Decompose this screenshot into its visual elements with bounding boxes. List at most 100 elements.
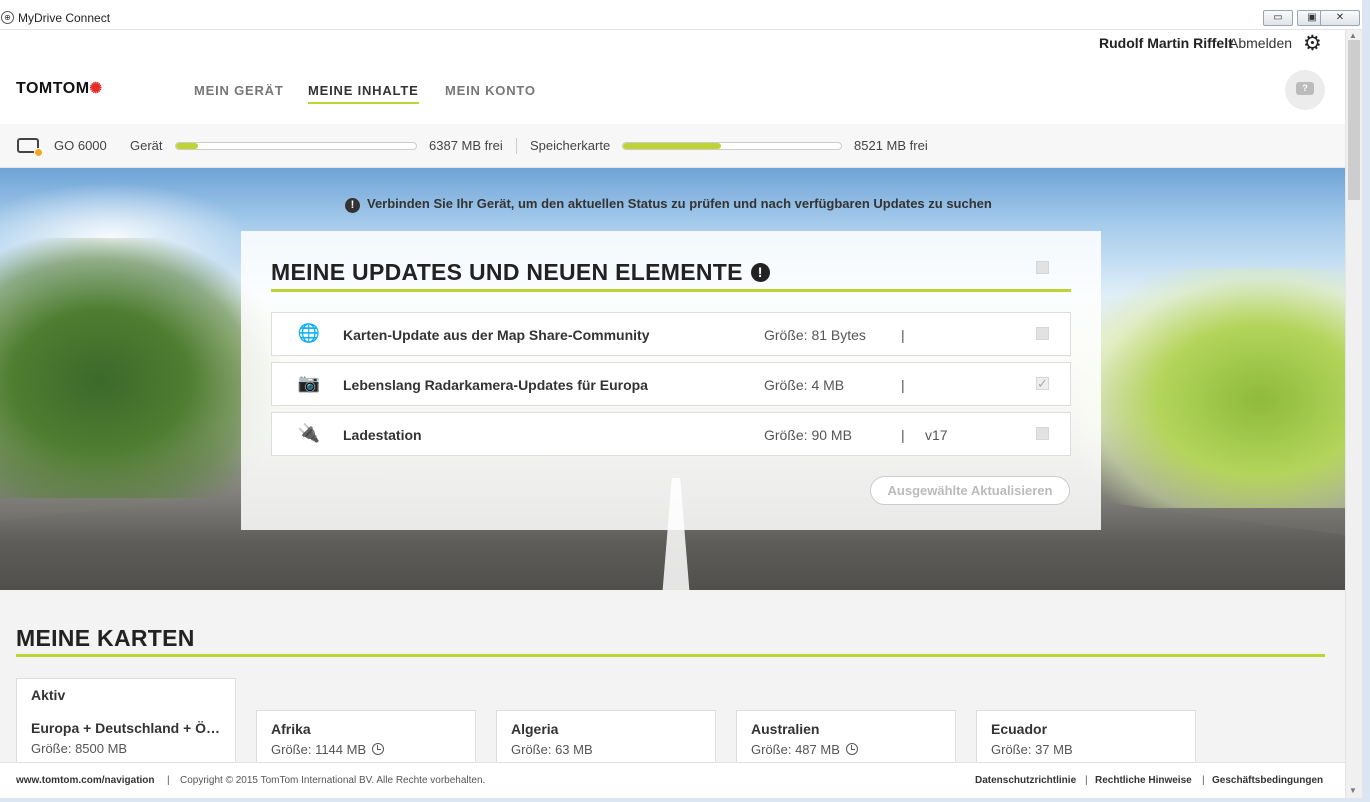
scroll-down-icon[interactable]: ▼: [1349, 786, 1357, 795]
update-selected-button[interactable]: Ausgewählte Aktualisieren: [870, 476, 1070, 505]
minimize-button[interactable]: ▭: [1263, 10, 1293, 26]
map-name: Australien: [751, 721, 820, 737]
card-storage-bar: [622, 142, 842, 150]
logout-link[interactable]: Abmelden: [1229, 35, 1292, 51]
logo-text: TOMTOM: [16, 80, 90, 97]
update-name: Ladestation: [343, 427, 422, 443]
speed-camera-icon: 📷: [297, 373, 321, 393]
map-size-text: Größe: 487 MB: [751, 742, 840, 757]
clock-icon: [845, 743, 858, 755]
updates-title: MEINE UPDATES UND NEUEN ELEMENTE!: [271, 259, 770, 286]
update-checkbox[interactable]: [1036, 327, 1049, 340]
map-size-text: Größe: 37 MB: [991, 742, 1073, 757]
page-footer: www.tomtom.com/navigation | Copyright © …: [0, 762, 1345, 798]
map-name: Ecuador: [991, 721, 1048, 737]
window-frame: [1362, 0, 1370, 802]
device-storage-label: Gerät: [130, 138, 163, 153]
tomtom-logo[interactable]: TOMTOM✺: [16, 79, 103, 98]
meadow-decoration: [1080, 268, 1345, 508]
map-size-text: Größe: 8500 MB: [31, 741, 128, 756]
terms-link[interactable]: Geschäftsbedingungen: [1212, 775, 1323, 786]
update-row[interactable]: 📷 Lebenslang Radarkamera-Updates für Eur…: [271, 362, 1071, 406]
nav-meine-inhalte[interactable]: MEINE INHALTE: [308, 83, 419, 104]
update-row[interactable]: 🔌 Ladestation Größe: 90 MB | v17: [271, 412, 1071, 456]
select-all-checkbox[interactable]: [1036, 261, 1049, 274]
device-storage-free: 6387 MB frei: [429, 138, 503, 153]
trees-decoration: [0, 238, 280, 498]
update-size: Größe: 4 MB: [764, 377, 845, 393]
window-frame: [0, 798, 1370, 802]
map-size: Größe: 487 MB: [751, 742, 941, 757]
tab-aktiv[interactable]: Aktiv: [16, 678, 236, 711]
map-card[interactable]: Australien Größe: 487 MB: [736, 710, 956, 770]
maps-title: MEINE KARTEN: [16, 625, 195, 651]
title-underline: [271, 289, 1071, 292]
update-size: Größe: 81 Bytes: [764, 327, 866, 343]
map-card[interactable]: Algeria Größe: 63 MB: [496, 710, 716, 770]
nav-mein-geraet[interactable]: MEIN GERÄT: [194, 83, 284, 98]
map-name: Afrika: [271, 721, 311, 737]
nav-mein-konto[interactable]: MEIN KONTO: [445, 83, 536, 98]
map-size: Größe: 1144 MB: [271, 742, 461, 757]
map-size: Größe: 63 MB: [511, 742, 701, 757]
update-divider: |: [901, 327, 905, 343]
tomtom-link[interactable]: www.tomtom.com/navigation: [16, 775, 155, 786]
legal-link[interactable]: Rechtliche Hinweise: [1095, 775, 1192, 786]
card-storage-label: Speicherkarte: [530, 138, 611, 153]
warning-icon: !: [345, 198, 360, 213]
connect-message-text: Verbinden Sie Ihr Gerät, um den aktuelle…: [367, 196, 992, 211]
vertical-scrollbar[interactable]: ▲ ▼: [1345, 30, 1362, 802]
map-card[interactable]: Europa + Deutschland + Ö… Größe: 8500 MB: [16, 710, 236, 770]
app-header: Rudolf Martin Riffelt Abmelden ⚙ TOMTOM✺…: [0, 30, 1345, 124]
update-checkbox[interactable]: ✓: [1036, 377, 1049, 390]
map-size-text: Größe: 1144 MB: [271, 742, 367, 757]
connect-message: ! Verbinden Sie Ihr Gerät, um den aktuell…: [345, 196, 992, 213]
scroll-up-icon[interactable]: ▲: [1349, 31, 1357, 40]
device-storage-fill: [176, 143, 198, 149]
clock-icon: [372, 743, 385, 755]
footer-divider: |: [1202, 775, 1205, 786]
map-card[interactable]: Ecuador Größe: 37 MB: [976, 710, 1196, 770]
update-size: Größe: 90 MB: [764, 427, 852, 443]
update-version: v17: [925, 427, 948, 443]
warning-icon: !: [750, 263, 770, 282]
map-name: Europa + Deutschland + Ö…: [31, 720, 221, 736]
privacy-link[interactable]: Datenschutzrichtlinie: [975, 775, 1076, 786]
chat-bubble-icon: ?: [1296, 82, 1314, 95]
window-titlebar: ⊕ MyDrive Connect ▭ ▣ ✕: [0, 0, 1370, 30]
device-icon: [17, 138, 43, 157]
update-checkbox[interactable]: [1036, 427, 1049, 440]
maps-title-underline: [16, 654, 1325, 657]
help-button[interactable]: ?: [1285, 70, 1325, 110]
device-bar: GO 6000 Gerät 6387 MB frei Speicherkarte…: [0, 124, 1345, 168]
update-name: Lebenslang Radarkamera-Updates für Europ…: [343, 377, 648, 393]
card-storage-fill: [623, 143, 722, 149]
updates-title-text: MEINE UPDATES UND NEUEN ELEMENTE: [271, 259, 743, 285]
update-row[interactable]: 🌐 Karten-Update aus der Map Share-Commun…: [271, 312, 1071, 356]
update-name: Karten-Update aus der Map Share-Communit…: [343, 327, 650, 343]
map-size: Größe: 8500 MB: [31, 741, 221, 756]
charging-station-icon: 🔌: [297, 423, 321, 443]
device-storage-bar: [175, 142, 417, 150]
update-divider: |: [901, 427, 905, 443]
user-name: Rudolf Martin Riffelt: [1099, 35, 1233, 51]
close-button[interactable]: ✕: [1320, 10, 1360, 26]
footer-divider: |: [167, 775, 170, 786]
update-divider: |: [901, 377, 905, 393]
map-size-text: Größe: 63 MB: [511, 742, 593, 757]
warning-dot-icon: [34, 148, 43, 157]
map-name: Algeria: [511, 721, 559, 737]
scrollbar-thumb[interactable]: [1348, 40, 1360, 200]
device-name: GO 6000: [54, 138, 107, 153]
footer-divider: |: [1085, 775, 1088, 786]
copyright-text: Copyright © 2015 TomTom International BV…: [180, 775, 486, 786]
map-size: Größe: 37 MB: [991, 742, 1181, 757]
card-storage-free: 8521 MB frei: [854, 138, 928, 153]
window-title: MyDrive Connect: [18, 11, 111, 25]
logo-hands-icon: ✺: [89, 80, 103, 97]
app-icon: ⊕: [1, 11, 14, 24]
gear-icon[interactable]: ⚙: [1303, 31, 1322, 56]
map-card[interactable]: Afrika Größe: 1144 MB: [256, 710, 476, 770]
globe-icon: 🌐: [297, 323, 321, 343]
divider: [516, 138, 517, 154]
